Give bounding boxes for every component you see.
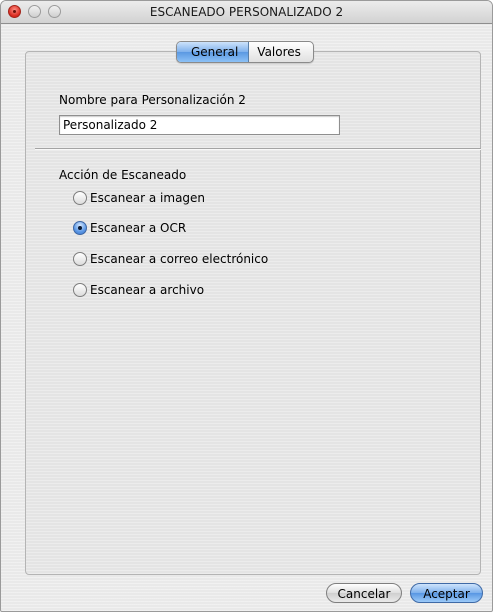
radio-scan-to-file[interactable]: Escanear a archivo <box>73 282 204 298</box>
radio-scan-to-image[interactable]: Escanear a imagen <box>73 190 205 206</box>
radio-label: Escanear a imagen <box>90 191 206 205</box>
radio-button[interactable] <box>73 283 87 297</box>
name-field-label: Nombre para Personalización 2 <box>59 93 246 107</box>
radio-label: Escanear a OCR <box>90 221 187 235</box>
tab-bar: General Valores <box>176 41 314 63</box>
accept-button[interactable]: Aceptar <box>410 583 483 603</box>
profile-name-input[interactable] <box>59 115 340 135</box>
cancel-button[interactable]: Cancelar <box>326 583 402 603</box>
radio-scan-to-email[interactable]: Escanear a correo electrónico <box>73 251 268 267</box>
radio-label: Escanear a correo electrónico <box>90 252 269 266</box>
window-title: ESCANEADO PERSONALIZADO 2 <box>149 5 344 19</box>
scan-action-label: Acción de Escaneado <box>59 168 187 182</box>
radio-button-selected[interactable] <box>73 221 87 235</box>
radio-button[interactable] <box>73 252 87 266</box>
radio-button[interactable] <box>73 191 87 205</box>
title-bar[interactable]: ESCANEADO PERSONALIZADO 2 <box>1 1 492 24</box>
tab-general[interactable]: General <box>177 42 250 62</box>
tab-valores[interactable]: Valores <box>249 42 313 62</box>
radio-scan-to-ocr[interactable]: Escanear a OCR <box>73 220 186 236</box>
dialog-window: ESCANEADO PERSONALIZADO 2 General Valore… <box>0 0 493 612</box>
section-divider <box>35 148 481 150</box>
radio-label: Escanear a archivo <box>90 283 205 297</box>
